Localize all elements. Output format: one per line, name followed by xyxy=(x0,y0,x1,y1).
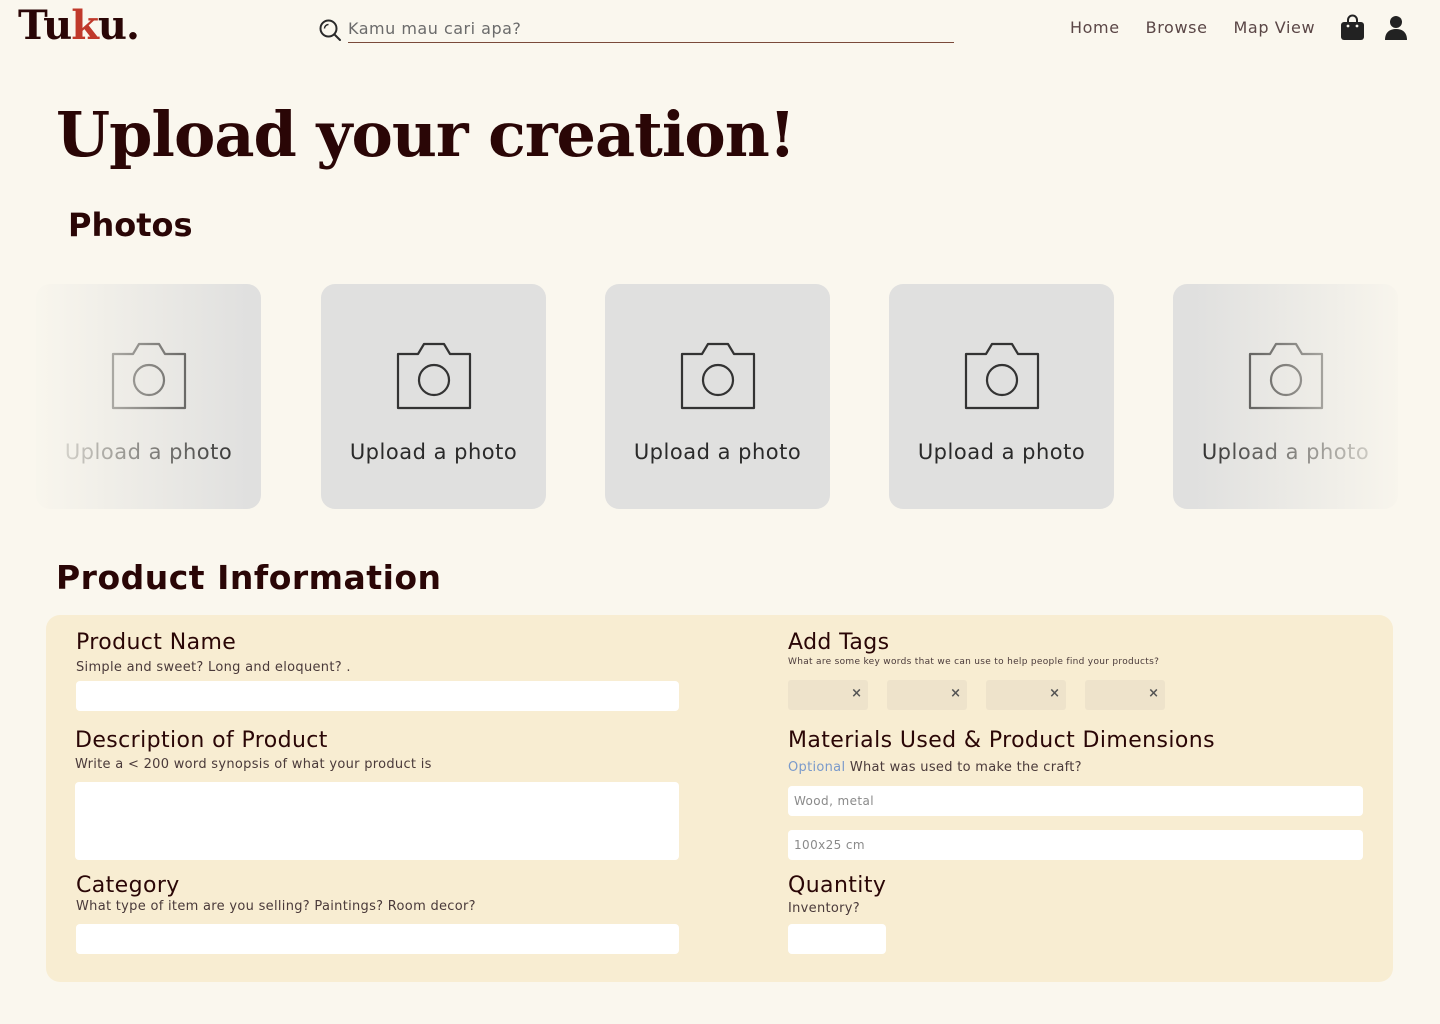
photo-upload-tile[interactable]: Upload a photo xyxy=(889,284,1114,509)
photo-upload-label: Upload a photo xyxy=(917,440,1086,464)
photo-upload-label: Upload a photo xyxy=(64,440,233,464)
logo-text-accent: k xyxy=(71,2,99,49)
description-label: Description of Product xyxy=(75,728,328,753)
optional-tag: Optional xyxy=(788,760,846,775)
nav-map-view[interactable]: Map View xyxy=(1234,18,1316,37)
top-nav: Home Browse Map View xyxy=(1070,18,1315,37)
photo-upload-label: Upload a photo xyxy=(1201,440,1370,464)
photo-upload-label: Upload a photo xyxy=(633,440,802,464)
quantity-label: Quantity xyxy=(788,873,887,898)
camera-icon xyxy=(111,342,187,410)
quantity-input[interactable] xyxy=(788,924,886,954)
nav-browse[interactable]: Browse xyxy=(1146,18,1208,37)
user-icon[interactable] xyxy=(1384,15,1408,40)
category-label: Category xyxy=(76,873,180,898)
materials-help: Optional What was used to make the craft… xyxy=(788,760,1082,775)
photo-upload-tile[interactable]: Upload a photo xyxy=(36,284,261,509)
page-title: Upload your creation! xyxy=(56,98,796,171)
tag-chip[interactable]: × xyxy=(788,680,868,710)
photos-heading: Photos xyxy=(68,206,193,244)
tags-help: What are some key words that we can use … xyxy=(788,657,1160,667)
logo-text-end: u. xyxy=(97,2,140,49)
search-input[interactable] xyxy=(348,14,954,43)
remove-tag-icon[interactable]: × xyxy=(851,686,862,701)
dimensions-input[interactable] xyxy=(788,830,1363,860)
shopping-bag-icon[interactable] xyxy=(1340,14,1365,41)
camera-icon xyxy=(680,342,756,410)
photo-upload-label: Upload a photo xyxy=(349,440,518,464)
photo-upload-row: Upload a photo Upload a photo Upload a p… xyxy=(36,284,1406,510)
materials-help-text: What was used to make the craft? xyxy=(849,760,1082,775)
product-name-help: Simple and sweet? Long and eloquent? . xyxy=(76,660,351,675)
camera-icon xyxy=(1248,342,1324,410)
product-info-heading: Product Information xyxy=(56,558,442,597)
materials-input[interactable] xyxy=(788,786,1363,816)
camera-icon xyxy=(396,342,472,410)
category-help: What type of item are you selling? Paint… xyxy=(76,899,476,914)
tag-chip[interactable]: × xyxy=(887,680,967,710)
logo-text-start: Tu xyxy=(18,2,72,49)
description-textarea[interactable] xyxy=(75,782,679,860)
camera-icon xyxy=(964,342,1040,410)
logo[interactable]: Tuku. xyxy=(18,2,140,49)
search-icon[interactable] xyxy=(318,18,342,42)
remove-tag-icon[interactable]: × xyxy=(1148,686,1159,701)
search-bar xyxy=(318,14,954,44)
materials-label: Materials Used & Product Dimensions xyxy=(788,728,1215,753)
tags-label: Add Tags xyxy=(788,630,890,655)
product-name-input[interactable] xyxy=(76,681,679,711)
category-input[interactable] xyxy=(76,924,679,954)
photo-upload-tile[interactable]: Upload a photo xyxy=(1173,284,1398,509)
nav-home[interactable]: Home xyxy=(1070,18,1120,37)
photo-upload-tile[interactable]: Upload a photo xyxy=(605,284,830,509)
remove-tag-icon[interactable]: × xyxy=(950,686,961,701)
tag-chip[interactable]: × xyxy=(986,680,1066,710)
quantity-help: Inventory? xyxy=(788,901,860,916)
tag-chip[interactable]: × xyxy=(1085,680,1165,710)
photo-upload-tile[interactable]: Upload a photo xyxy=(321,284,546,509)
description-help: Write a < 200 word synopsis of what your… xyxy=(75,757,432,772)
remove-tag-icon[interactable]: × xyxy=(1049,686,1060,701)
product-name-label: Product Name xyxy=(76,630,237,655)
